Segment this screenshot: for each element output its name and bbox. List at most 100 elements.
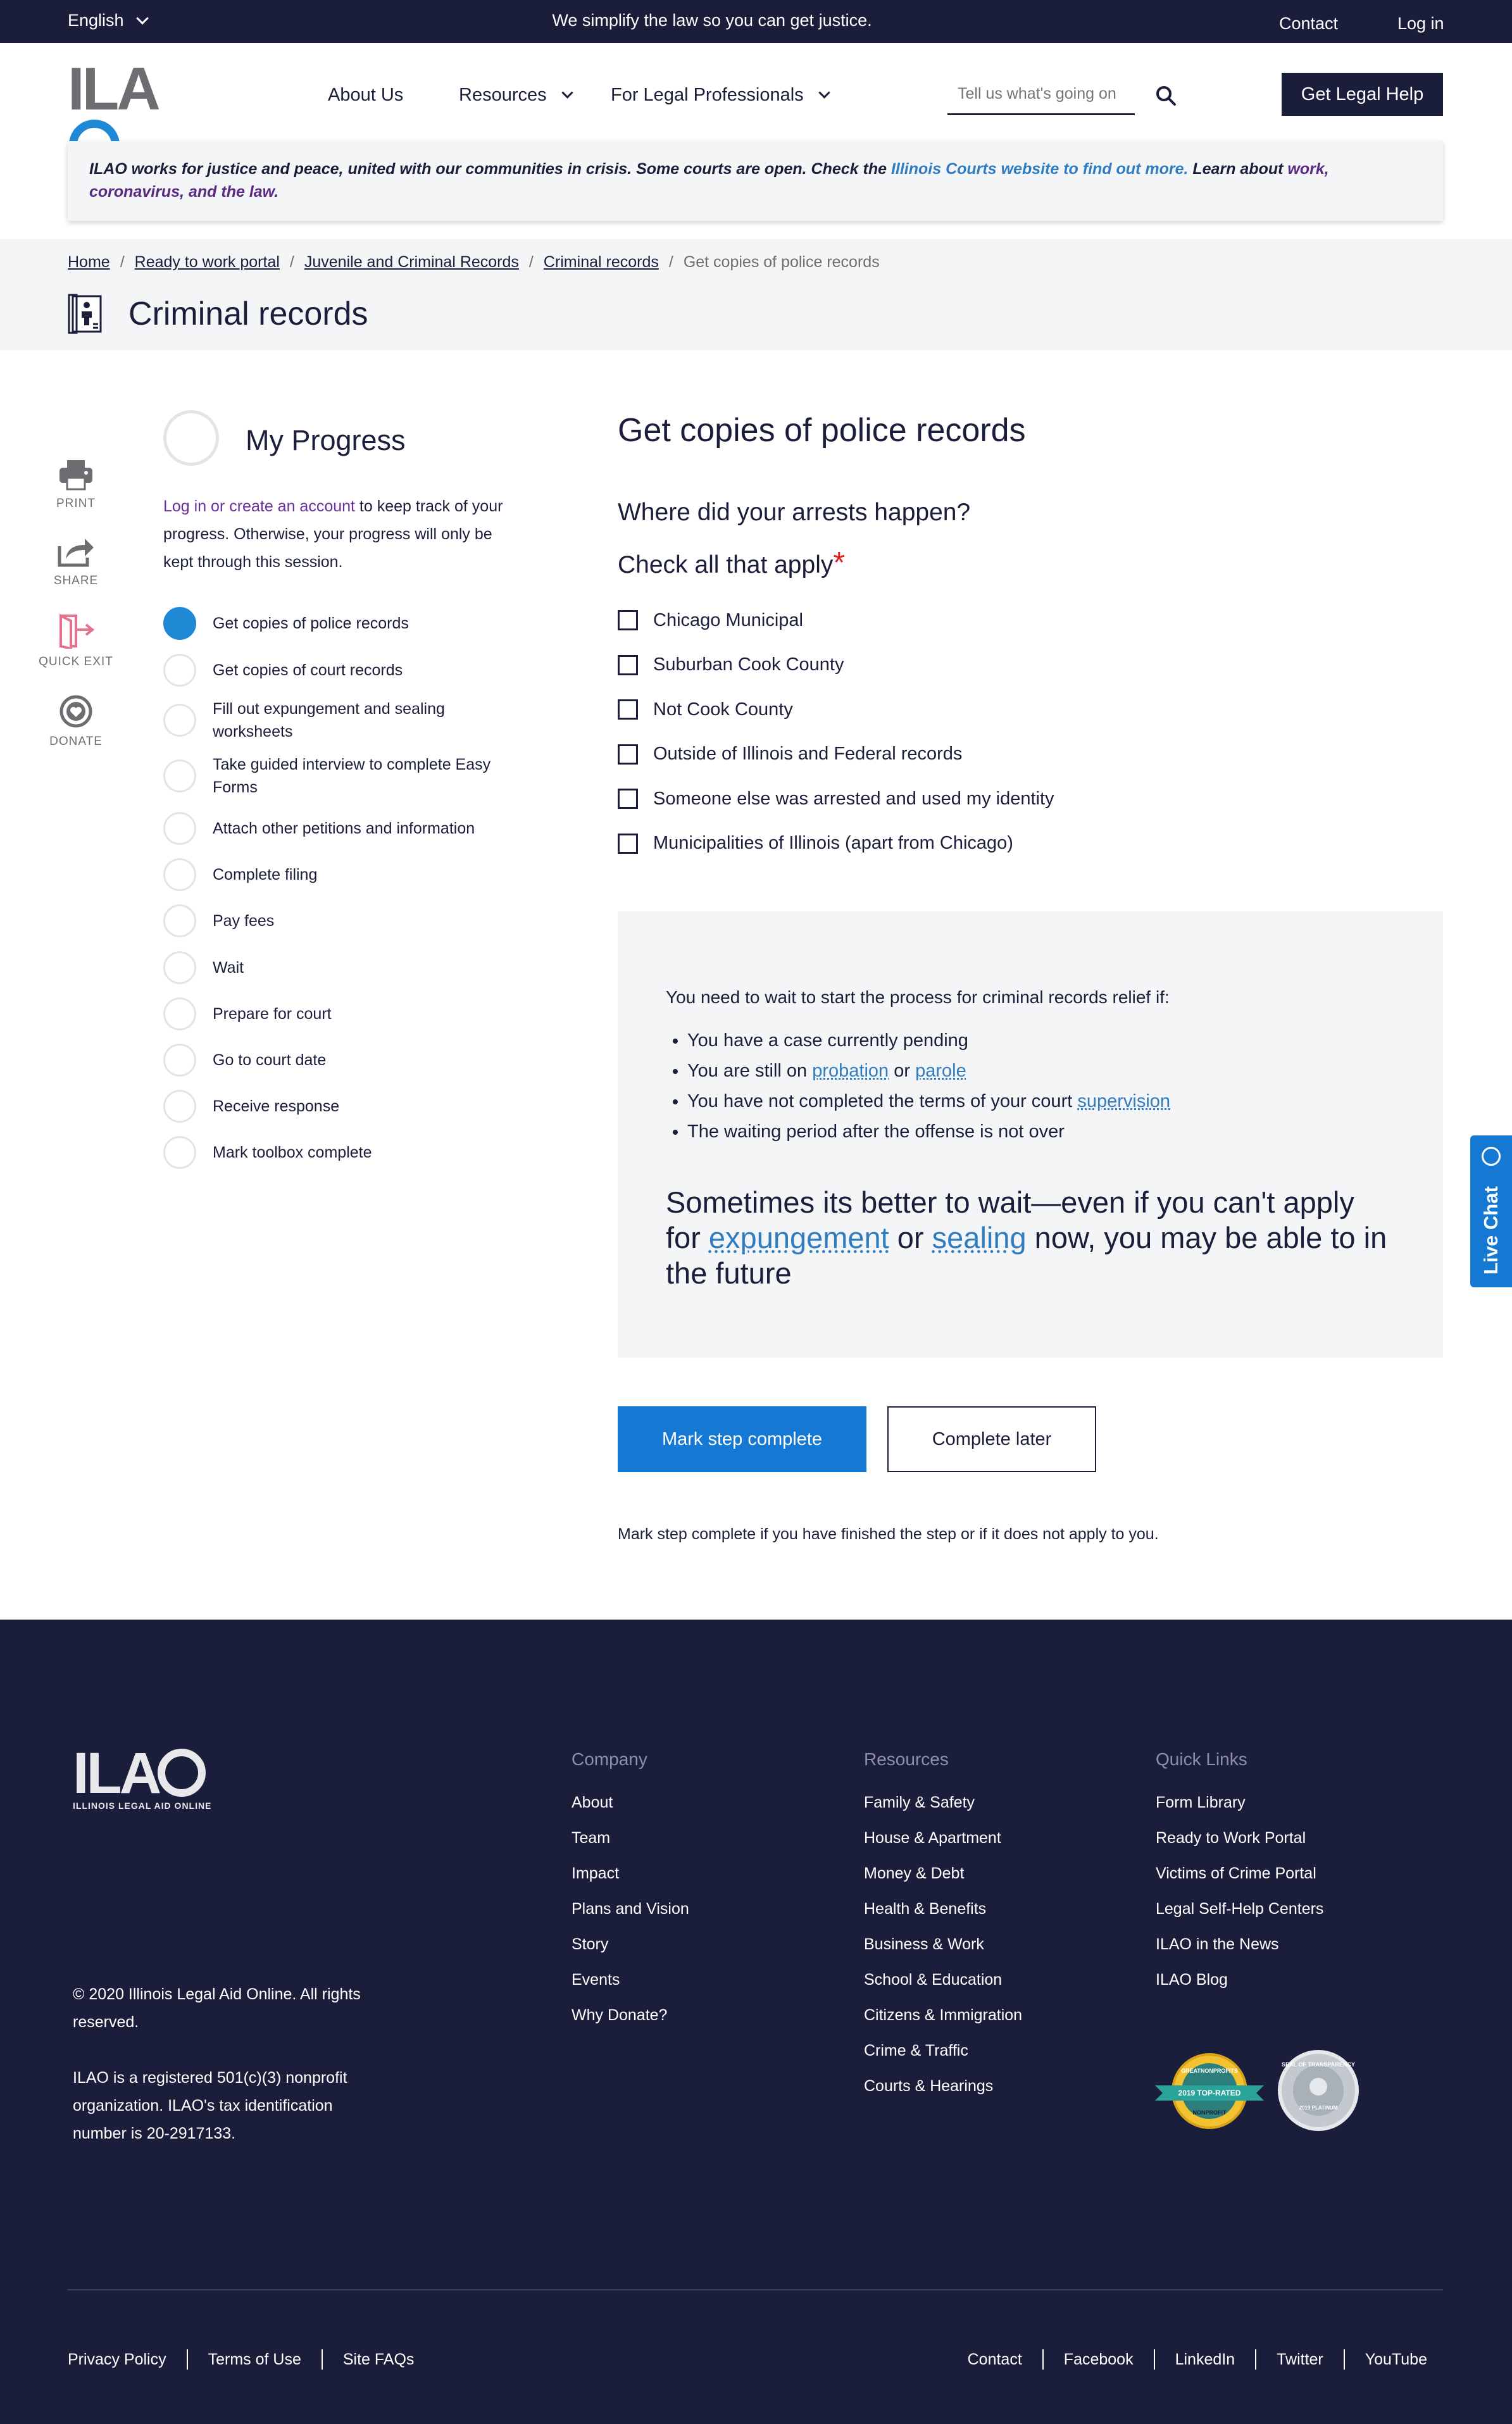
checkbox[interactable] xyxy=(618,789,638,809)
progress-step[interactable]: Receive response xyxy=(163,1084,518,1129)
checkbox-identity-used[interactable]: Someone else was arrested and used my id… xyxy=(618,777,1054,822)
print-icon xyxy=(59,460,92,490)
checkbox[interactable] xyxy=(618,654,638,675)
footer-logo[interactable]: ILA ILLINOIS LEGAL AID ONLINE xyxy=(73,1744,211,1811)
breadcrumb-juvenile-criminal[interactable]: Juvenile and Criminal Records xyxy=(304,253,519,272)
checkbox[interactable] xyxy=(618,610,638,631)
illinois-courts-link[interactable]: Illinois Courts website to find out more… xyxy=(891,160,1188,178)
seal-icon: SEAL OF TRANSPARENCY 2019 PLATINUM xyxy=(1282,2061,1355,2116)
chevron-down-icon xyxy=(818,87,830,99)
sealing-link[interactable]: sealing xyxy=(932,1221,1027,1254)
checkbox-municipalities[interactable]: Municipalities of Illinois (apart from C… xyxy=(618,822,1054,866)
footer-link[interactable]: ILAO Blog xyxy=(1156,1962,1323,1997)
footer-link[interactable]: Events xyxy=(572,1962,689,1997)
footer-link[interactable]: Form Library xyxy=(1156,1785,1323,1820)
svg-text:SEAL OF TRANSPARENCY: SEAL OF TRANSPARENCY xyxy=(1282,2061,1355,2068)
progress-step[interactable]: Wait xyxy=(163,944,518,991)
probation-link[interactable]: probation xyxy=(812,1061,889,1081)
footer-link[interactable]: Ready to Work Portal xyxy=(1156,1820,1323,1856)
complete-later-button[interactable]: Complete later xyxy=(887,1406,1096,1472)
step-status xyxy=(163,1090,196,1123)
footer-link[interactable]: About xyxy=(572,1785,689,1820)
checkbox-not-cook[interactable]: Not Cook County xyxy=(618,687,1054,732)
progress-step[interactable]: Pay fees xyxy=(163,897,518,944)
live-chat-button[interactable]: Live Chat xyxy=(1470,1135,1512,1287)
footer-link[interactable]: ILAO in the News xyxy=(1156,1927,1323,1962)
footer-link[interactable]: School & Education xyxy=(864,1962,1022,1997)
search-field[interactable] xyxy=(947,76,1135,115)
footer-link[interactable]: Money & Debt xyxy=(864,1856,1022,1891)
live-chat-label: Live Chat xyxy=(1480,1186,1502,1275)
transparency-seal-badge[interactable]: SEAL OF TRANSPARENCY 2019 PLATINUM xyxy=(1278,2050,1359,2131)
progress-step[interactable]: Prepare for court xyxy=(163,991,518,1037)
twitter-link[interactable]: Twitter xyxy=(1255,2349,1344,2370)
footer-link[interactable]: Health & Benefits xyxy=(864,1891,1022,1927)
chat-bubble-icon xyxy=(1482,1147,1501,1166)
footer-resources-column: Resources Family & Safety House & Apartm… xyxy=(864,1749,1022,2104)
footer-link[interactable]: Legal Self-Help Centers xyxy=(1156,1891,1323,1927)
footer-link[interactable]: House & Apartment xyxy=(864,1820,1022,1856)
checkbox[interactable] xyxy=(618,744,638,765)
progress-step[interactable]: Fill out expungement and sealing workshe… xyxy=(163,694,518,747)
progress-step[interactable]: Mark toolbox complete xyxy=(163,1129,518,1176)
footer-link[interactable]: Why Donate? xyxy=(572,1997,689,2033)
print-button[interactable]: PRINT xyxy=(38,459,114,511)
footer-link[interactable]: Crime & Traffic xyxy=(864,2033,1022,2068)
footer-link[interactable]: Citizens & Immigration xyxy=(864,1997,1022,2033)
parole-link[interactable]: parole xyxy=(915,1061,966,1081)
progress-step[interactable]: Get copies of police records xyxy=(163,600,518,647)
checkbox[interactable] xyxy=(618,833,638,854)
step-status xyxy=(163,997,196,1030)
progress-step[interactable]: Take guided interview to complete Easy F… xyxy=(163,747,518,805)
checkbox-outside-illinois[interactable]: Outside of Illinois and Federal records xyxy=(618,732,1054,777)
breadcrumb-home[interactable]: Home xyxy=(68,253,110,272)
footer-link[interactable]: Story xyxy=(572,1927,689,1962)
tagline: We simplify the law so you can get justi… xyxy=(552,11,872,30)
ilao-logo[interactable]: ILA ILLINOIS LEGAL AID ONLINE xyxy=(68,59,201,198)
checkbox-chicago-municipal[interactable]: Chicago Municipal xyxy=(618,598,1054,643)
quick-exit-button[interactable]: QUICK EXIT xyxy=(38,613,114,669)
footer-link[interactable]: Team xyxy=(572,1820,689,1856)
mark-step-complete-button[interactable]: Mark step complete xyxy=(618,1406,866,1472)
facebook-link[interactable]: Facebook xyxy=(1042,2349,1154,2370)
wait-reasons: You have a case currently pending You ar… xyxy=(666,1025,1395,1147)
progress-step[interactable]: Complete filing xyxy=(163,852,518,897)
privacy-policy-link[interactable]: Privacy Policy xyxy=(68,2349,187,2370)
footer-link[interactable]: Plans and Vision xyxy=(572,1891,689,1927)
search-input[interactable] xyxy=(947,76,1135,111)
footer-heading: Resources xyxy=(864,1749,949,1769)
terms-of-use-link[interactable]: Terms of Use xyxy=(186,2349,322,2370)
breadcrumb-ready-to-work[interactable]: Ready to work portal xyxy=(135,253,280,272)
progress-step[interactable]: Attach other petitions and information xyxy=(163,805,518,852)
top-contact-link[interactable]: Contact xyxy=(1279,14,1338,34)
footer-link[interactable]: Victims of Crime Portal xyxy=(1156,1856,1323,1891)
nav-legal-professionals[interactable]: For Legal Professionals xyxy=(611,85,830,106)
donate-button[interactable]: DONATE xyxy=(38,694,114,749)
checkbox[interactable] xyxy=(618,699,638,720)
login-link[interactable]: Log in xyxy=(1397,14,1444,34)
footer-link[interactable]: Family & Safety xyxy=(864,1785,1022,1820)
svg-text:GREATNONPROFITS: GREATNONPROFITS xyxy=(1181,2068,1238,2074)
top-rated-nonprofit-badge[interactable]: GREATNONPROFITS 2019 TOP-RATED NONPROFIT xyxy=(1155,2050,1264,2132)
search-icon[interactable] xyxy=(1155,85,1177,106)
checkbox-suburban-cook[interactable]: Suburban Cook County xyxy=(618,643,1054,688)
login-create-account-link[interactable]: Log in or create an account xyxy=(163,497,355,515)
arrest-location-options: Chicago Municipal Suburban Cook County N… xyxy=(618,598,1054,866)
progress-step[interactable]: Go to court date xyxy=(163,1037,518,1084)
breadcrumb-criminal-records[interactable]: Criminal records xyxy=(544,253,659,272)
linkedin-link[interactable]: LinkedIn xyxy=(1153,2349,1256,2370)
share-button[interactable]: SHARE xyxy=(38,536,114,588)
nav-resources[interactable]: Resources xyxy=(459,85,573,106)
footer-link[interactable]: Business & Work xyxy=(864,1927,1022,1962)
expungement-link[interactable]: expungement xyxy=(709,1221,889,1254)
nav-about-us[interactable]: About Us xyxy=(328,85,403,106)
get-legal-help-button[interactable]: Get Legal Help xyxy=(1282,73,1443,116)
footer-social-links: Contact Facebook LinkedIn Twitter YouTub… xyxy=(947,2349,1427,2370)
progress-step[interactable]: Get copies of court records xyxy=(163,647,518,694)
site-faqs-link[interactable]: Site FAQs xyxy=(321,2349,435,2370)
footer-link[interactable]: Impact xyxy=(572,1856,689,1891)
footer-link[interactable]: Courts & Hearings xyxy=(864,2068,1022,2104)
supervision-link[interactable]: supervision xyxy=(1077,1091,1170,1111)
footer-contact-link[interactable]: Contact xyxy=(947,2349,1042,2370)
youtube-link[interactable]: YouTube xyxy=(1343,2349,1427,2370)
